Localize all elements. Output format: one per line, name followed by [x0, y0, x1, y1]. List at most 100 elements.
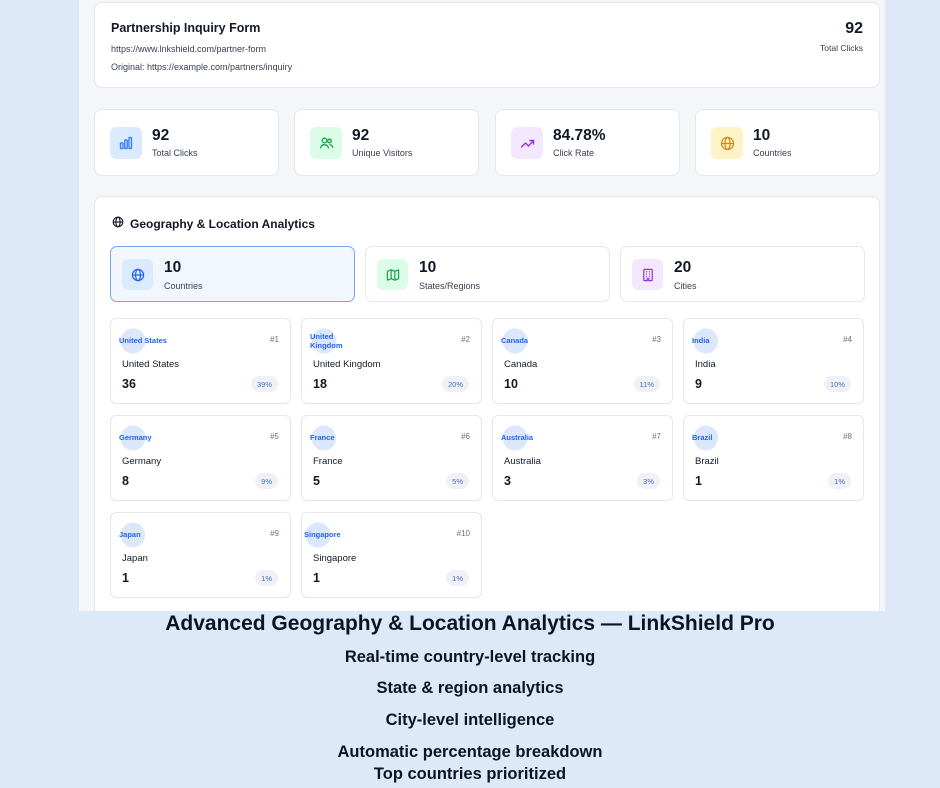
stat-value: 84.78%: [553, 127, 606, 144]
stat-value: 92: [352, 127, 370, 144]
summary-tab-cities[interactable]: 20 Cities: [620, 246, 865, 302]
geography-title: Geography & Location Analytics: [112, 216, 315, 231]
flag-label: United Kingdom: [310, 328, 360, 354]
caption-line: City-level intelligence: [385, 711, 555, 729]
country-percent-badge: 10%: [823, 376, 851, 392]
flag-label: Singapore: [304, 522, 341, 548]
stat-label: Total Clicks: [152, 148, 198, 158]
stat-card-countries: 10 Countries: [695, 109, 880, 176]
country-name: Germany: [122, 456, 162, 467]
stat-value: 10: [753, 127, 771, 144]
globe-icon: [711, 127, 743, 159]
stat-label: Click Rate: [553, 148, 595, 158]
country-percent-badge: 9%: [255, 473, 278, 489]
flag-label: Canada: [501, 328, 529, 354]
country-name: Canada: [504, 359, 538, 370]
stat-value: 92: [152, 127, 170, 144]
country-count: 3: [504, 474, 511, 488]
country-name: Australia: [504, 456, 541, 467]
app-screen: Partnership Inquiry Form https://www.lnk…: [79, 0, 885, 611]
caption-line: Real-time country-level tracking: [344, 648, 596, 666]
summary-label: Cities: [674, 281, 697, 291]
stat-label: Unique Visitors: [352, 148, 413, 158]
original-url: Original: https://example.com/partners/i…: [111, 62, 293, 72]
country-name: Singapore: [313, 553, 357, 564]
map-icon: [377, 259, 408, 290]
country-rank: #1: [270, 335, 279, 344]
summary-value: 10: [419, 259, 437, 276]
header-total-clicks-value: 92: [845, 20, 863, 37]
link-header-card: Partnership Inquiry Form https://www.lnk…: [94, 2, 880, 88]
short-url-link[interactable]: https://www.lnkshield.com/partner-form: [111, 44, 266, 54]
country-rank: #2: [461, 335, 470, 344]
country-card-brazil[interactable]: Brazil #8 Brazil 1 1%: [683, 415, 864, 501]
country-card-japan[interactable]: Japan #9 Japan 1 1%: [110, 512, 291, 598]
summary-label: Countries: [164, 281, 203, 291]
country-card-singapore[interactable]: Singapore #10 Singapore 1 1%: [301, 512, 482, 598]
country-percent-badge: 1%: [255, 570, 278, 586]
country-card-united-states[interactable]: United States #1 United States 36 39%: [110, 318, 291, 404]
country-count: 1: [313, 571, 320, 585]
country-percent-badge: 11%: [633, 376, 660, 392]
geography-panel: Geography & Location Analytics 10 Countr…: [94, 196, 880, 611]
country-count: 36: [122, 377, 136, 391]
bar-chart-icon: [110, 127, 142, 159]
globe-icon: [122, 259, 153, 290]
country-name: India: [695, 359, 716, 370]
country-rank: #4: [843, 335, 852, 344]
country-card-australia[interactable]: Australia #7 Australia 3 3%: [492, 415, 673, 501]
country-percent-badge: 20%: [441, 376, 469, 392]
flag-label: Japan: [119, 522, 145, 548]
country-percent-badge: 1%: [446, 570, 469, 586]
summary-label: States/Regions: [419, 281, 481, 291]
country-count: 10: [504, 377, 518, 391]
country-count: 8: [122, 474, 129, 488]
flag-label: India: [692, 328, 718, 354]
flag-label: Brazil: [692, 425, 718, 451]
summary-tab-states[interactable]: 10 States/Regions: [365, 246, 610, 302]
caption-line: State & region analytics: [376, 679, 564, 697]
summary-value: 20: [674, 259, 692, 276]
caption-title: Advanced Geography & Location Analytics …: [165, 612, 775, 635]
users-icon: [310, 127, 342, 159]
header-total-clicks-label: Total Clicks: [820, 43, 863, 53]
country-card-united-kingdom[interactable]: United Kingdom #2 United Kingdom 18 20%: [301, 318, 482, 404]
flag-label: Germany: [119, 425, 152, 451]
country-rank: #8: [843, 432, 852, 441]
flag-label: United States: [119, 328, 167, 354]
country-rank: #10: [456, 529, 470, 538]
stat-card-total-clicks: 92 Total Clicks: [94, 109, 279, 176]
link-title: Partnership Inquiry Form: [111, 21, 261, 35]
country-name: United States: [122, 359, 180, 370]
country-count: 1: [122, 571, 129, 585]
country-name: Japan: [122, 553, 148, 564]
flag-label: France: [310, 425, 336, 451]
country-card-canada[interactable]: Canada #3 Canada 10 11%: [492, 318, 673, 404]
country-percent-badge: 3%: [637, 473, 660, 489]
stat-card-click-rate: 84.78% Click Rate: [495, 109, 680, 176]
summary-tab-countries[interactable]: 10 Countries: [110, 246, 355, 302]
country-rank: #6: [461, 432, 470, 441]
country-card-india[interactable]: India #4 India 9 10%: [683, 318, 864, 404]
stat-card-unique-visitors: 92 Unique Visitors: [294, 109, 479, 176]
summary-value: 10: [164, 259, 182, 276]
country-card-germany[interactable]: Germany #5 Germany 8 9%: [110, 415, 291, 501]
country-card-france[interactable]: France #6 France 5 5%: [301, 415, 482, 501]
stat-label: Countries: [753, 148, 792, 158]
trend-up-icon: [511, 127, 543, 159]
country-rank: #3: [652, 335, 661, 344]
country-rank: #9: [270, 529, 279, 538]
country-count: 5: [313, 474, 320, 488]
globe-icon: [112, 216, 124, 231]
caption-line: Automatic percentage breakdown: [337, 743, 603, 761]
country-count: 1: [695, 474, 702, 488]
country-percent-badge: 5%: [446, 473, 469, 489]
building-icon: [632, 259, 663, 290]
country-percent-badge: 1%: [828, 473, 851, 489]
caption-line: Top countries prioritized: [373, 765, 567, 783]
country-rank: #5: [270, 432, 279, 441]
country-name: Brazil: [695, 456, 719, 467]
country-percent-badge: 39%: [250, 376, 278, 392]
flag-label: Australia: [501, 425, 534, 451]
country-name: United Kingdom: [313, 359, 381, 370]
